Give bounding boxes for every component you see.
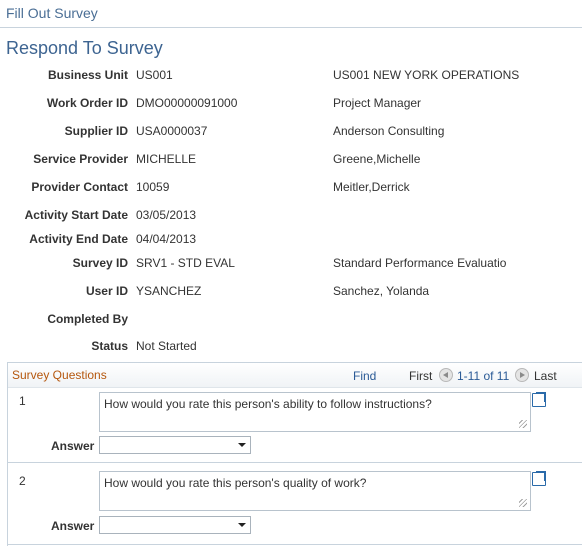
survey-id-label: Survey ID xyxy=(72,256,128,270)
supplier-id-label: Supplier ID xyxy=(64,124,128,138)
activity-end-date-label: Activity End Date xyxy=(29,232,128,246)
provider-contact-value: 10059 xyxy=(136,180,170,194)
status-value: Not Started xyxy=(136,339,197,353)
chevron-down-icon xyxy=(238,443,246,447)
row-divider xyxy=(8,462,582,463)
answer-dropdown[interactable] xyxy=(99,516,251,534)
business-unit-value: US001 xyxy=(136,68,173,82)
chevron-down-icon xyxy=(238,523,246,527)
previous-row-icon[interactable] xyxy=(439,368,453,382)
expand-icon[interactable] xyxy=(532,471,546,486)
activity-end-date-value: 04/04/2013 xyxy=(136,232,197,246)
find-link[interactable]: Find xyxy=(353,369,376,383)
question-textarea[interactable]: How would you rate this person's quality… xyxy=(99,471,531,511)
work-order-id-description: Project Manager xyxy=(333,96,422,110)
question-text: How would you rate this person's ability… xyxy=(104,397,432,411)
last-label: Last xyxy=(534,369,557,383)
provider-contact-description: Meitler,Derrick xyxy=(333,180,410,194)
row-range: 1-11 of 11 xyxy=(457,369,510,383)
survey-id-description: Standard Performance Evaluatio xyxy=(333,256,507,270)
resize-grip-icon[interactable] xyxy=(519,420,527,428)
activity-start-date-value: 03/05/2013 xyxy=(136,208,197,222)
answer-dropdown[interactable] xyxy=(99,436,251,454)
expand-icon[interactable] xyxy=(532,392,546,407)
work-order-id-value: DMO00000091000 xyxy=(136,96,238,110)
user-id-description: Sanchez, Yolanda xyxy=(333,284,430,298)
supplier-id-description: Anderson Consulting xyxy=(333,124,445,138)
page-title: Respond To Survey xyxy=(6,38,163,58)
answer-label: Answer xyxy=(51,439,95,453)
window-title: Fill Out Survey xyxy=(6,5,98,21)
provider-contact-label: Provider Contact xyxy=(31,180,128,194)
next-row-icon[interactable] xyxy=(515,368,529,382)
first-label: First xyxy=(409,369,433,383)
user-id-label: User ID xyxy=(85,284,128,298)
supplier-id-value: USA0000037 xyxy=(136,124,208,138)
grid-header: Survey Questions Find First 1-11 of 11 L… xyxy=(8,363,582,388)
grid-title: Survey Questions xyxy=(12,368,107,382)
status-label: Status xyxy=(91,339,128,353)
user-id-value: YSANCHEZ xyxy=(136,284,202,298)
row-number: 2 xyxy=(19,474,26,488)
work-order-id-label: Work Order ID xyxy=(46,96,128,110)
question-text: How would you rate this person's quality… xyxy=(104,476,367,490)
survey-questions-grid: Survey Questions Find First 1-11 of 11 L… xyxy=(7,362,582,546)
activity-start-date-label: Activity Start Date xyxy=(24,208,128,222)
business-unit-label: Business Unit xyxy=(47,68,128,82)
completed-by-label: Completed By xyxy=(47,312,128,326)
service-provider-value: MICHELLE xyxy=(136,152,197,166)
question-textarea[interactable]: How would you rate this person's ability… xyxy=(99,392,531,432)
resize-grip-icon[interactable] xyxy=(519,499,527,507)
survey-id-value: SRV1 - STD EVAL xyxy=(136,256,235,270)
question-row: 2 How would you rate this person's quali… xyxy=(8,464,582,546)
business-unit-description: US001 NEW YORK OPERATIONS xyxy=(333,68,520,82)
answer-label: Answer xyxy=(51,519,95,533)
row-number: 1 xyxy=(19,394,26,408)
question-row: 1 How would you rate this person's abili… xyxy=(8,387,582,462)
top-bar: Fill Out Survey xyxy=(0,0,582,28)
service-provider-label: Service Provider xyxy=(33,152,128,166)
service-provider-description: Greene,Michelle xyxy=(333,152,421,166)
